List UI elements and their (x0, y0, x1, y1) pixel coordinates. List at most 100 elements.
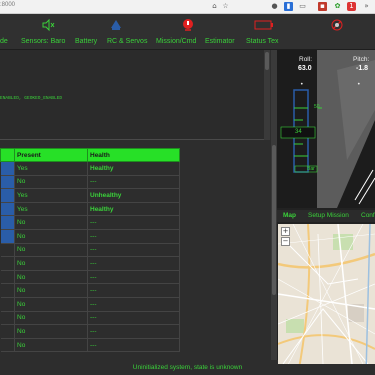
health-cell: --- (87, 243, 180, 258)
speaker-muted-icon[interactable] (41, 18, 55, 32)
row-indicator (0, 161, 15, 176)
extension-icon[interactable]: ▪ (318, 2, 327, 11)
instrument-panel: • • Roll: 63.0 Pitch: -1.8 50 34 Bar Map… (277, 50, 375, 374)
notification-badge-icon[interactable]: 1 (347, 2, 356, 11)
row-indicator (0, 338, 15, 353)
extension-icon[interactable]: ▭ (298, 2, 307, 11)
nav-item-estimator[interactable]: Estimator (205, 38, 235, 45)
health-cell: --- (87, 256, 180, 271)
row-indicator (0, 256, 15, 271)
status-panel: ENABLED, GEOKEO_ENABLED Present Health Y… (0, 50, 277, 360)
scrollbar-thumb[interactable] (265, 52, 269, 70)
table-row: No --- (0, 215, 180, 230)
nav-item-battery[interactable]: Battery (75, 38, 97, 45)
hud-graphic: • • (277, 50, 375, 208)
scrollbar-thumb[interactable] (272, 145, 276, 295)
table-row: No --- (0, 256, 180, 271)
health-cell: --- (87, 270, 180, 285)
row-indicator (0, 175, 15, 190)
present-cell: No (14, 338, 88, 353)
altitude-current: 34 (295, 129, 302, 135)
row-indicator (0, 283, 15, 298)
nav-item-mission-cmd[interactable]: Mission/Cmd (156, 38, 196, 45)
health-cell: --- (87, 283, 180, 298)
table-row: No --- (0, 270, 180, 285)
street-map[interactable] (278, 224, 375, 374)
home-icon[interactable]: ⌂ (210, 2, 219, 11)
roll-label: Roll: (299, 56, 313, 63)
table-header-row: Present Health (0, 148, 180, 162)
message-scrollbar[interactable] (264, 50, 270, 140)
health-cell: --- (87, 215, 180, 230)
zoom-in-button[interactable]: + (281, 227, 290, 236)
present-cell: No (14, 297, 88, 312)
row-indicator (0, 270, 15, 285)
present-cell: No (14, 175, 88, 190)
row-indicator (0, 215, 15, 230)
health-cell: --- (87, 311, 180, 326)
table-row: No --- (0, 175, 180, 190)
table-row: No --- (0, 229, 180, 244)
mission-warning-icon[interactable] (181, 18, 195, 32)
table-header-cell (0, 148, 15, 162)
rc-disabled-icon[interactable] (330, 18, 344, 32)
health-cell: Healthy (87, 202, 180, 217)
extension-icon[interactable]: ✿ (333, 2, 342, 11)
row-indicator (0, 311, 15, 326)
roll-value: 63.0 (298, 65, 312, 72)
tab-map[interactable]: Map (283, 212, 296, 219)
table-row: No --- (0, 243, 180, 258)
sensor-table: Present Health Yes Healthy No --- Yes Unhealt… (0, 148, 180, 353)
system-status-bar: Uninitialized system, state is unknown (0, 364, 375, 375)
table-row: Yes Healthy (0, 161, 180, 176)
row-indicator (0, 243, 15, 258)
svg-text:•: • (300, 81, 304, 88)
nav-item-rc-servos[interactable]: RC & Servos (107, 38, 147, 45)
tab-config[interactable]: Conf (361, 212, 375, 219)
browser-toolbar: :8000 ⌂ ☆ ● ▮ ▭ ▪ ✿ 1 » (0, 0, 375, 14)
health-cell: Healthy (87, 161, 180, 176)
present-cell: No (14, 215, 88, 230)
nav-item-sensors-baro[interactable]: Sensors: Baro (21, 38, 65, 45)
attitude-indicator: • • Roll: 63.0 Pitch: -1.8 50 34 Bar (277, 50, 375, 208)
row-indicator (0, 297, 15, 312)
table-header-health: Health (87, 148, 180, 162)
health-cell: --- (87, 297, 180, 312)
nav-item-mode[interactable]: de (0, 38, 8, 45)
pitch-label: Pitch: (353, 56, 370, 63)
svg-text:•: • (357, 81, 361, 88)
health-cell: Unhealthy (87, 188, 180, 203)
present-cell: No (14, 243, 88, 258)
table-row: Yes Unhealthy (0, 188, 180, 203)
top-navigation: de Sensors: Baro Battery RC & Servos Mis… (0, 14, 375, 50)
health-cell: --- (87, 338, 180, 353)
extension-icon[interactable]: ▮ (284, 2, 293, 11)
extension-icon[interactable]: ● (270, 2, 279, 11)
present-cell: Yes (14, 161, 88, 176)
present-cell: Yes (14, 188, 88, 203)
present-cell: No (14, 270, 88, 285)
bookmark-star-icon[interactable]: ☆ (221, 2, 230, 11)
row-indicator (0, 202, 15, 217)
table-row: No --- (0, 283, 180, 298)
row-indicator (0, 229, 15, 244)
present-cell: Yes (14, 202, 88, 217)
message-log: ENABLED, GEOKEO_ENABLED (0, 50, 270, 140)
menu-icon[interactable]: » (362, 2, 371, 11)
table-row: No --- (0, 338, 180, 353)
health-cell: --- (87, 324, 180, 339)
present-cell: No (14, 324, 88, 339)
zoom-out-button[interactable]: − (281, 237, 290, 246)
row-indicator (0, 188, 15, 203)
present-cell: No (14, 283, 88, 298)
pitch-value: -1.8 (356, 65, 369, 72)
map-view[interactable]: + − (278, 224, 375, 374)
present-cell: No (14, 311, 88, 326)
nav-item-status-text[interactable]: Status Tex (246, 38, 279, 45)
battery-icon[interactable] (254, 18, 274, 32)
tab-setup-mission[interactable]: Setup Mission (308, 212, 349, 219)
vehicle-icon[interactable] (109, 18, 123, 32)
row-indicator (0, 324, 15, 339)
address-bar[interactable]: :8000 (0, 2, 15, 8)
table-row: Yes Healthy (0, 202, 180, 217)
